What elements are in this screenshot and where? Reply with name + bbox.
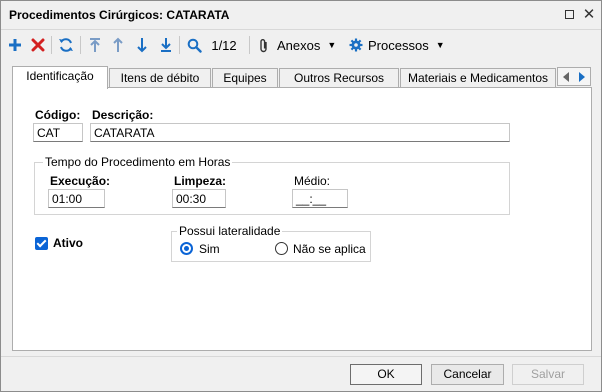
triangle-left-icon xyxy=(563,71,569,82)
tab-outros-recursos[interactable]: Outros Recursos xyxy=(279,68,399,88)
sim-radio[interactable] xyxy=(180,242,193,255)
delete-button[interactable] xyxy=(28,34,48,56)
tab-label: Itens de débito xyxy=(120,71,200,85)
ok-button[interactable]: OK xyxy=(350,364,422,385)
tab-scroll-left-button[interactable] xyxy=(558,68,574,85)
refresh-icon xyxy=(59,38,73,52)
triangle-right-icon xyxy=(579,71,585,82)
cancelar-button-label: Cancelar xyxy=(443,367,492,381)
arrow-up-icon xyxy=(113,37,123,52)
footer-divider xyxy=(1,356,601,357)
record-position: 1/12 xyxy=(211,37,237,53)
gear-icon xyxy=(349,38,363,52)
limpeza-field[interactable]: 00:30 xyxy=(172,189,226,208)
lateralidade-group: Possui lateralidade Sim Não se aplica xyxy=(171,224,371,262)
medio-label: Médio: xyxy=(294,174,331,188)
arrow-down-icon xyxy=(137,38,147,53)
ativo-label: Ativo xyxy=(53,236,83,250)
tab-label: Identificação xyxy=(26,69,94,83)
execucao-field[interactable]: 01:00 xyxy=(48,189,105,208)
lateralidade-group-title: Possui lateralidade xyxy=(177,224,283,238)
tab-bar: Identificação Itens de débito Equipes Ou… xyxy=(12,66,592,89)
last-record-button[interactable] xyxy=(156,34,176,56)
previous-record-button[interactable] xyxy=(108,34,128,56)
first-record-icon xyxy=(90,38,100,52)
salvar-button-label: Salvar xyxy=(530,367,565,381)
delete-x-icon xyxy=(31,38,45,52)
title-bar: Procedimentos Cirúrgicos: CATARATA ✕ xyxy=(1,1,601,29)
limpeza-label: Limpeza: xyxy=(174,174,227,188)
nao-se-aplica-radio[interactable] xyxy=(275,242,288,255)
sim-label: Sim xyxy=(199,242,220,256)
tab-label: Equipes xyxy=(223,71,267,85)
tab-label: Outros Recursos xyxy=(293,71,385,85)
refresh-button[interactable] xyxy=(55,34,77,56)
search-button[interactable] xyxy=(184,34,204,56)
toolbar-divider xyxy=(80,36,81,54)
restore-icon xyxy=(564,9,574,19)
chevron-down-icon: ▼ xyxy=(435,40,445,50)
dialog-window: Procedimentos Cirúrgicos: CATARATA ✕ 1/1… xyxy=(0,0,602,392)
close-button[interactable]: ✕ xyxy=(581,6,597,22)
paperclip-icon xyxy=(260,38,267,52)
descricao-label: Descrição: xyxy=(92,108,154,122)
title-divider xyxy=(1,29,601,30)
tab-panel-identificacao: Código: CAT Descrição: CATARATA Tempo do… xyxy=(12,87,592,351)
window-title: Procedimentos Cirúrgicos: CATARATA xyxy=(9,8,230,22)
last-record-icon xyxy=(161,38,171,52)
tab-identificacao[interactable]: Identificação xyxy=(12,66,108,89)
execucao-label: Execução: xyxy=(50,174,111,188)
plus-icon xyxy=(9,39,21,51)
toolbar: 1/12 Anexos ▼ Processos ▼ xyxy=(1,31,601,59)
tab-materiais-e-medicamentos[interactable]: Materiais e Medicamentos xyxy=(400,68,556,88)
add-button[interactable] xyxy=(5,34,25,56)
ok-button-label: OK xyxy=(377,367,395,381)
toolbar-divider xyxy=(249,36,250,54)
nao-se-aplica-label: Não se aplica xyxy=(293,242,366,256)
processos-label: Processos xyxy=(368,37,429,53)
medio-field[interactable]: __:__ xyxy=(292,189,348,208)
tempo-group-title: Tempo do Procedimento em Horas xyxy=(43,155,233,169)
close-icon: ✕ xyxy=(582,5,596,23)
search-icon xyxy=(187,38,202,53)
chevron-down-icon: ▼ xyxy=(327,40,337,50)
ativo-checkbox[interactable] xyxy=(35,237,48,250)
codigo-field[interactable]: CAT xyxy=(33,123,83,142)
tab-equipes[interactable]: Equipes xyxy=(212,68,278,88)
next-record-button[interactable] xyxy=(132,34,152,56)
first-record-button[interactable] xyxy=(85,34,105,56)
anexos-label: Anexos xyxy=(277,37,321,53)
anexos-dropdown[interactable]: Anexos ▼ xyxy=(259,34,339,56)
descricao-field[interactable]: CATARATA xyxy=(90,123,510,142)
tab-label: Materiais e Medicamentos xyxy=(407,71,549,85)
salvar-button[interactable]: Salvar xyxy=(512,364,584,385)
tab-scroll-buttons xyxy=(557,67,591,86)
cancelar-button[interactable]: Cancelar xyxy=(431,364,504,385)
toolbar-divider xyxy=(179,36,180,54)
restore-button[interactable] xyxy=(561,6,577,22)
tab-itens-de-debito[interactable]: Itens de débito xyxy=(109,68,211,88)
codigo-label: Código: xyxy=(35,108,81,122)
tab-scroll-right-button[interactable] xyxy=(574,68,590,85)
toolbar-divider xyxy=(51,36,52,54)
tempo-procedimento-group: Tempo do Procedimento em Horas Execução:… xyxy=(34,155,510,215)
processos-dropdown[interactable]: Processos ▼ xyxy=(349,34,449,56)
